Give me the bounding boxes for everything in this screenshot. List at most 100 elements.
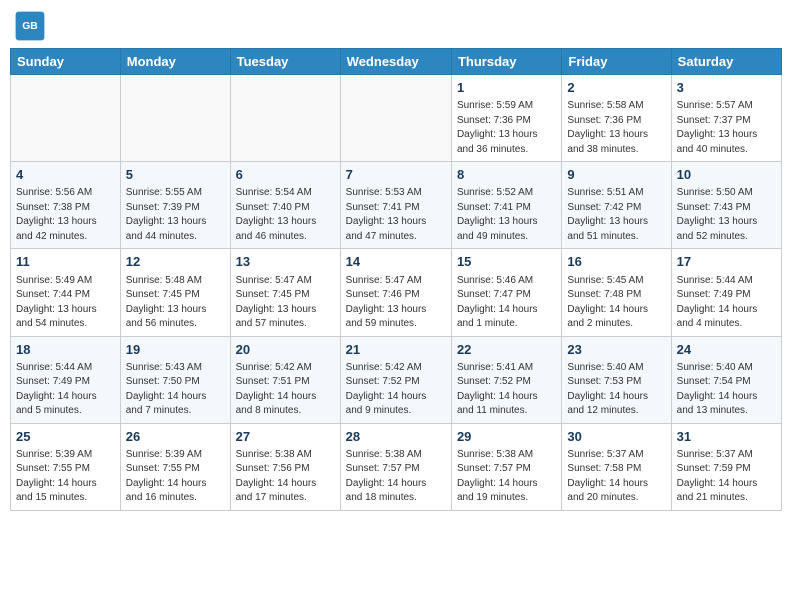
- calendar-cell: 25Sunrise: 5:39 AM Sunset: 7:55 PM Dayli…: [11, 423, 121, 510]
- calendar-cell: [340, 75, 451, 162]
- calendar-cell: 31Sunrise: 5:37 AM Sunset: 7:59 PM Dayli…: [671, 423, 781, 510]
- day-number: 29: [457, 428, 556, 446]
- day-info: Sunrise: 5:42 AM Sunset: 7:51 PM Dayligh…: [236, 361, 335, 419]
- calendar-cell: [11, 75, 121, 162]
- calendar-cell: 9 Sunrise: 5:51 AM Sunset: 7:42 PM Daylig…: [562, 162, 671, 249]
- day-number: 4: [16, 166, 115, 184]
- day-info: Sunrise: 5:48 AM Sunset: 7:45 PM Dayligh…: [126, 274, 225, 332]
- calendar-cell: 10 Sunrise: 5:50 AM Sunset: 7:43 PM Dayli…: [671, 162, 781, 249]
- col-header-saturday: Saturday: [671, 49, 781, 75]
- col-header-friday: Friday: [562, 49, 671, 75]
- day-info: Sunrise: 5:39 AM Sunset: 7:55 PM Dayligh…: [16, 448, 115, 506]
- day-number: 24: [677, 341, 776, 359]
- day-number: 2: [567, 79, 665, 97]
- day-number: 10: [677, 166, 776, 184]
- calendar-week-row: 11 Sunrise: 5:49 AM Sunset: 7:44 PM Dayli…: [11, 249, 782, 336]
- day-number: 7: [346, 166, 446, 184]
- day-number: 8: [457, 166, 556, 184]
- calendar-cell: 6 Sunrise: 5:54 AM Sunset: 7:40 PM Daylig…: [230, 162, 340, 249]
- day-number: 28: [346, 428, 446, 446]
- day-info: Sunrise: 5:59 AM Sunset: 7:36 PM Dayligh…: [457, 99, 556, 157]
- day-number: 13: [236, 253, 335, 271]
- day-info: Sunrise: 5:49 AM Sunset: 7:44 PM Dayligh…: [16, 274, 115, 332]
- calendar-cell: 27 Sunrise: 5:38 AM Sunset: 7:56 PM Dayli…: [230, 423, 340, 510]
- day-info: Sunrise: 5:38 AM Sunset: 7:57 PM Dayligh…: [346, 448, 446, 506]
- day-info: Sunrise: 5:41 AM Sunset: 7:52 PM Dayligh…: [457, 361, 556, 419]
- day-info: Sunrise: 5:44 AM Sunset: 7:49 PM Dayligh…: [16, 361, 115, 419]
- calendar-cell: 3 Sunrise: 5:57 AM Sunset: 7:37 PM Daylig…: [671, 75, 781, 162]
- day-info: Sunrise: 5:58 AM Sunset: 7:36 PM Dayligh…: [567, 99, 665, 157]
- calendar-cell: 11 Sunrise: 5:49 AM Sunset: 7:44 PM Dayli…: [11, 249, 121, 336]
- calendar-week-row: 1Sunrise: 5:59 AM Sunset: 7:36 PM Daylig…: [11, 75, 782, 162]
- calendar-table: SundayMondayTuesdayWednesdayThursdayFrid…: [10, 48, 782, 511]
- svg-text:GB: GB: [22, 21, 38, 32]
- day-number: 31: [677, 428, 776, 446]
- day-info: Sunrise: 5:47 AM Sunset: 7:45 PM Dayligh…: [236, 274, 335, 332]
- day-number: 23: [567, 341, 665, 359]
- day-info: Sunrise: 5:54 AM Sunset: 7:40 PM Dayligh…: [236, 186, 335, 244]
- day-info: Sunrise: 5:37 AM Sunset: 7:58 PM Dayligh…: [567, 448, 665, 506]
- day-number: 27: [236, 428, 335, 446]
- day-info: Sunrise: 5:44 AM Sunset: 7:49 PM Dayligh…: [677, 274, 776, 332]
- day-info: Sunrise: 5:40 AM Sunset: 7:53 PM Dayligh…: [567, 361, 665, 419]
- day-number: 22: [457, 341, 556, 359]
- day-info: Sunrise: 5:56 AM Sunset: 7:38 PM Dayligh…: [16, 186, 115, 244]
- day-number: 5: [126, 166, 225, 184]
- calendar-cell: 17 Sunrise: 5:44 AM Sunset: 7:49 PM Dayli…: [671, 249, 781, 336]
- day-info: Sunrise: 5:42 AM Sunset: 7:52 PM Dayligh…: [346, 361, 446, 419]
- day-info: Sunrise: 5:51 AM Sunset: 7:42 PM Dayligh…: [567, 186, 665, 244]
- col-header-thursday: Thursday: [451, 49, 561, 75]
- day-number: 21: [346, 341, 446, 359]
- day-number: 9: [567, 166, 665, 184]
- calendar-cell: 21 Sunrise: 5:42 AM Sunset: 7:52 PM Dayli…: [340, 336, 451, 423]
- col-header-monday: Monday: [120, 49, 230, 75]
- calendar-cell: 28 Sunrise: 5:38 AM Sunset: 7:57 PM Dayli…: [340, 423, 451, 510]
- day-number: 30: [567, 428, 665, 446]
- calendar-cell: 29 Sunrise: 5:38 AM Sunset: 7:57 PM Dayli…: [451, 423, 561, 510]
- calendar-cell: 15Sunrise: 5:46 AM Sunset: 7:47 PM Dayli…: [451, 249, 561, 336]
- day-info: Sunrise: 5:38 AM Sunset: 7:57 PM Dayligh…: [457, 448, 556, 506]
- calendar-cell: 22 Sunrise: 5:41 AM Sunset: 7:52 PM Dayli…: [451, 336, 561, 423]
- day-number: 3: [677, 79, 776, 97]
- day-info: Sunrise: 5:47 AM Sunset: 7:46 PM Dayligh…: [346, 274, 446, 332]
- calendar-cell: 13 Sunrise: 5:47 AM Sunset: 7:45 PM Dayli…: [230, 249, 340, 336]
- col-header-wednesday: Wednesday: [340, 49, 451, 75]
- calendar-week-row: 25Sunrise: 5:39 AM Sunset: 7:55 PM Dayli…: [11, 423, 782, 510]
- day-number: 6: [236, 166, 335, 184]
- day-info: Sunrise: 5:55 AM Sunset: 7:39 PM Dayligh…: [126, 186, 225, 244]
- day-info: Sunrise: 5:39 AM Sunset: 7:55 PM Dayligh…: [126, 448, 225, 506]
- day-info: Sunrise: 5:53 AM Sunset: 7:41 PM Dayligh…: [346, 186, 446, 244]
- calendar-cell: 7 Sunrise: 5:53 AM Sunset: 7:41 PM Daylig…: [340, 162, 451, 249]
- calendar-cell: 14Sunrise: 5:47 AM Sunset: 7:46 PM Dayli…: [340, 249, 451, 336]
- calendar-cell: 1Sunrise: 5:59 AM Sunset: 7:36 PM Daylig…: [451, 75, 561, 162]
- calendar-cell: 23 Sunrise: 5:40 AM Sunset: 7:53 PM Dayli…: [562, 336, 671, 423]
- day-number: 11: [16, 253, 115, 271]
- calendar-cell: 19Sunrise: 5:43 AM Sunset: 7:50 PM Dayli…: [120, 336, 230, 423]
- day-number: 15: [457, 253, 556, 271]
- day-info: Sunrise: 5:38 AM Sunset: 7:56 PM Dayligh…: [236, 448, 335, 506]
- calendar-cell: [120, 75, 230, 162]
- day-number: 17: [677, 253, 776, 271]
- day-info: Sunrise: 5:52 AM Sunset: 7:41 PM Dayligh…: [457, 186, 556, 244]
- day-number: 26: [126, 428, 225, 446]
- calendar-cell: 2 Sunrise: 5:58 AM Sunset: 7:36 PM Daylig…: [562, 75, 671, 162]
- day-info: Sunrise: 5:50 AM Sunset: 7:43 PM Dayligh…: [677, 186, 776, 244]
- page-header: GB: [10, 10, 782, 42]
- calendar-cell: 12Sunrise: 5:48 AM Sunset: 7:45 PM Dayli…: [120, 249, 230, 336]
- calendar-header-row: SundayMondayTuesdayWednesdayThursdayFrid…: [11, 49, 782, 75]
- calendar-cell: 30 Sunrise: 5:37 AM Sunset: 7:58 PM Dayli…: [562, 423, 671, 510]
- logo: GB: [14, 10, 50, 42]
- day-number: 18: [16, 341, 115, 359]
- calendar-week-row: 18 Sunrise: 5:44 AM Sunset: 7:49 PM Dayli…: [11, 336, 782, 423]
- day-info: Sunrise: 5:43 AM Sunset: 7:50 PM Dayligh…: [126, 361, 225, 419]
- day-info: Sunrise: 5:57 AM Sunset: 7:37 PM Dayligh…: [677, 99, 776, 157]
- calendar-cell: 5 Sunrise: 5:55 AM Sunset: 7:39 PM Daylig…: [120, 162, 230, 249]
- day-info: Sunrise: 5:45 AM Sunset: 7:48 PM Dayligh…: [567, 274, 665, 332]
- calendar-cell: 20 Sunrise: 5:42 AM Sunset: 7:51 PM Dayli…: [230, 336, 340, 423]
- logo-icon: GB: [14, 10, 46, 42]
- calendar-cell: 26 Sunrise: 5:39 AM Sunset: 7:55 PM Dayli…: [120, 423, 230, 510]
- calendar-cell: 16Sunrise: 5:45 AM Sunset: 7:48 PM Dayli…: [562, 249, 671, 336]
- col-header-sunday: Sunday: [11, 49, 121, 75]
- day-number: 20: [236, 341, 335, 359]
- calendar-cell: 4 Sunrise: 5:56 AM Sunset: 7:38 PM Daylig…: [11, 162, 121, 249]
